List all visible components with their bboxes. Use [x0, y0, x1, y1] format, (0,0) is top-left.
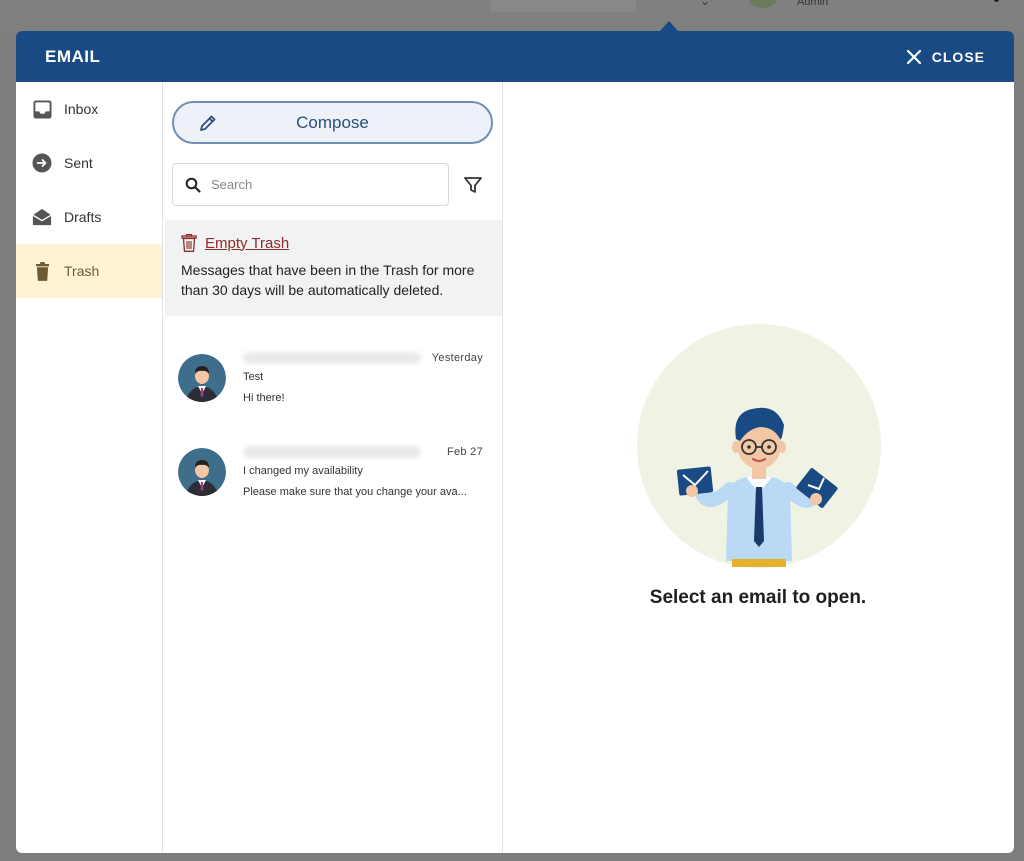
folder-label: Drafts [64, 209, 102, 225]
message-date: Yesterday [431, 352, 483, 364]
list-item[interactable]: Feb 27 I changed my availability Please … [163, 434, 502, 514]
modal-title: EMAIL [45, 46, 101, 66]
list-item[interactable]: Yesterday Test Hi there! [163, 340, 502, 420]
folder-item-inbox[interactable]: Inbox [16, 82, 162, 136]
folder-nav: Inbox Sent Drafts Trash [16, 82, 163, 853]
user-role: Admin [797, 0, 829, 8]
close-button[interactable]: CLOSE [906, 49, 985, 65]
message-preview: Please make sure that you change your av… [243, 486, 467, 498]
empty-state-message: Select an email to open. [649, 587, 867, 608]
folder-label: Sent [64, 155, 93, 171]
folder-item-trash[interactable]: Trash [16, 244, 162, 298]
more-options-icon[interactable] [994, 0, 999, 2]
folder-item-drafts[interactable]: Drafts [16, 190, 162, 244]
avatar [178, 448, 226, 496]
close-icon [906, 49, 921, 64]
close-label: CLOSE [931, 48, 985, 65]
message-date: Feb 27 [446, 446, 483, 458]
app-topbar: ⌄ Admin [0, 0, 1024, 31]
search-icon [185, 177, 201, 193]
trash-icon [32, 261, 52, 281]
message-subject: Test [243, 371, 264, 383]
sent-icon [32, 153, 52, 173]
compose-button[interactable]: Compose [172, 101, 493, 144]
user-avatar[interactable] [748, 0, 778, 8]
topbar-search-field[interactable] [490, 0, 636, 12]
message-subject: I changed my availability [243, 465, 363, 477]
drafts-icon [32, 207, 52, 227]
modal-header: EMAIL CLOSE [16, 31, 1014, 82]
chevron-down-icon[interactable]: ⌄ [700, 0, 712, 8]
message-preview: Hi there! [243, 392, 285, 404]
email-modal: EMAIL CLOSE Inbox Sent Drafts Trash Comp… [16, 31, 1014, 853]
empty-state-illustration [637, 324, 881, 568]
folder-item-sent[interactable]: Sent [16, 136, 162, 190]
sender-email-redacted [243, 352, 421, 364]
avatar [178, 354, 226, 402]
pencil-icon [200, 115, 216, 131]
trash-retention-message: Messages that have been in the Trash for… [181, 262, 475, 298]
filter-icon[interactable] [463, 175, 483, 195]
trash-icon [181, 234, 197, 252]
inbox-icon [32, 99, 52, 119]
empty-trash-link[interactable]: Empty Trash [181, 234, 502, 252]
compose-label: Compose [296, 112, 369, 132]
search-field [172, 163, 449, 206]
trash-notice: Empty Trash Messages that have been in t… [165, 220, 502, 316]
search-input[interactable] [211, 177, 431, 192]
message-list-panel: Compose Empty Trash Messages that have b… [163, 82, 503, 853]
sender-email-redacted [243, 446, 421, 458]
reading-pane: Select an email to open. [503, 82, 1014, 853]
empty-trash-label: Empty Trash [205, 234, 290, 252]
folder-label: Inbox [64, 101, 99, 117]
folder-label: Trash [64, 263, 100, 279]
